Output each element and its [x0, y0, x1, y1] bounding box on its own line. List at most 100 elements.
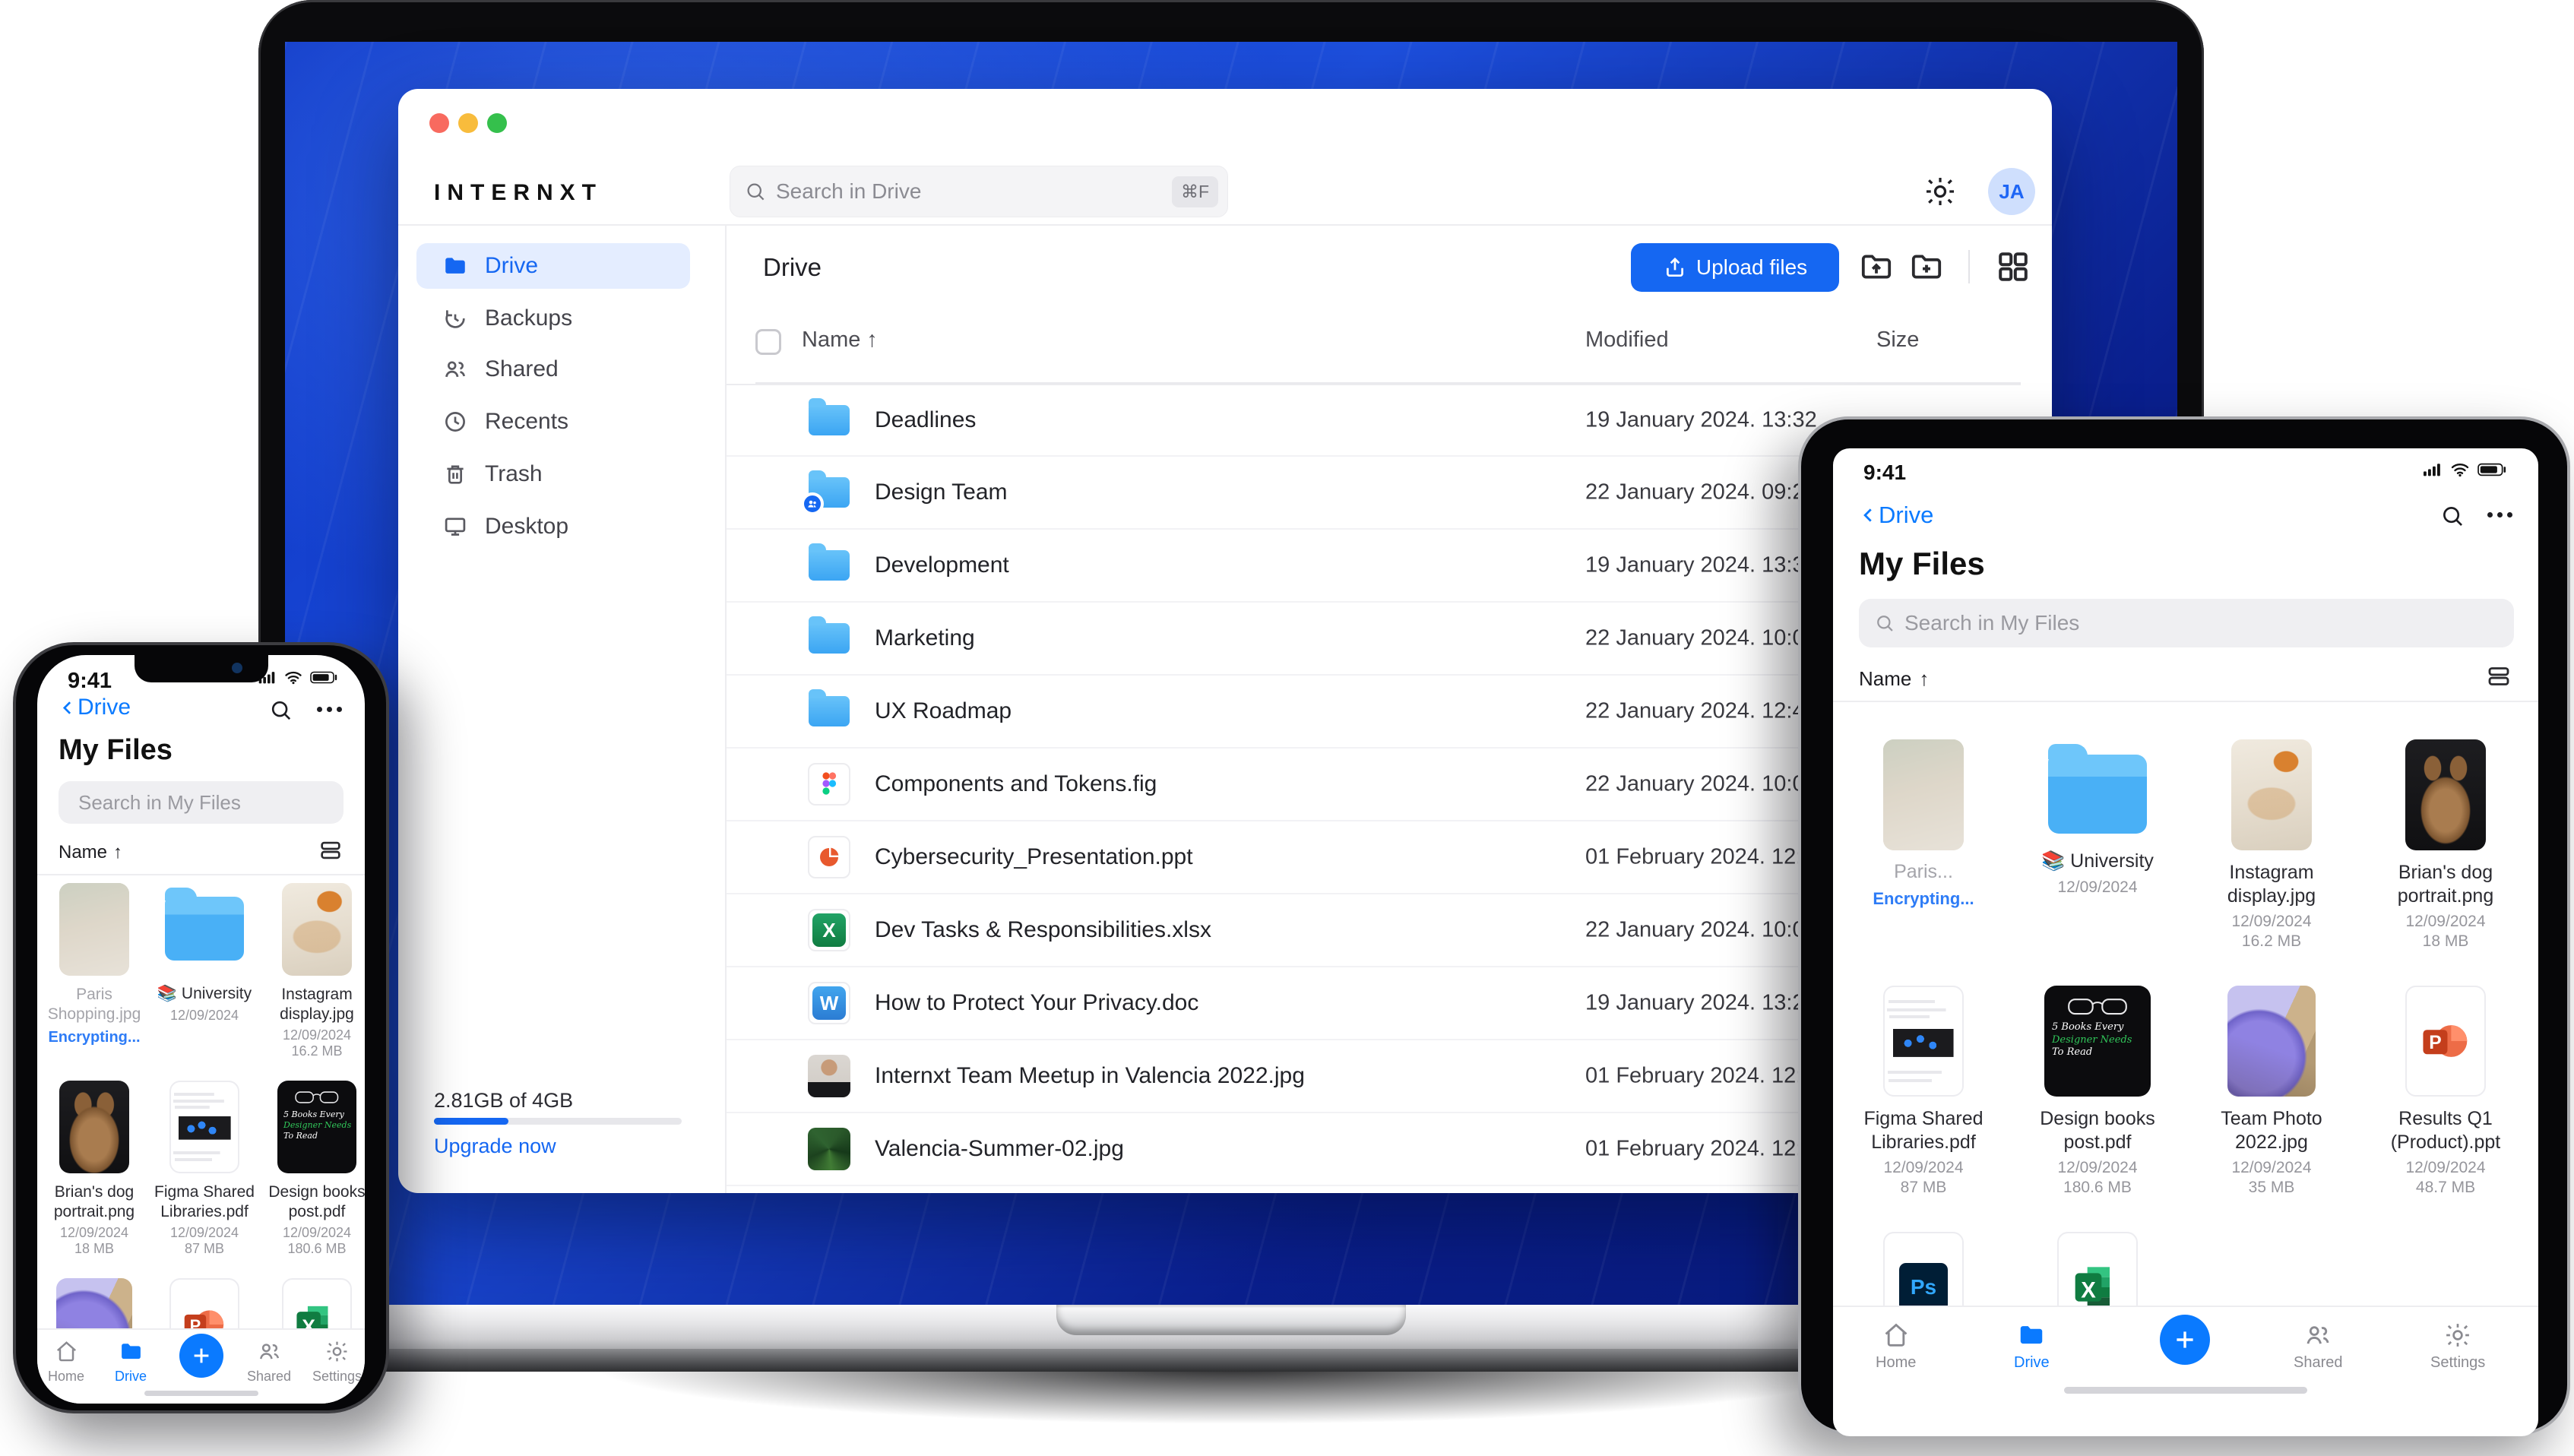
file-date: 12/09/2024: [282, 1027, 352, 1043]
column-header-size[interactable]: Size: [1876, 328, 1919, 353]
more-options-button[interactable]: [2487, 512, 2512, 518]
sidebar-item-label: Shared: [485, 356, 559, 381]
nav-item-settings[interactable]: Settings: [312, 1339, 362, 1385]
home-icon: [1885, 1323, 1908, 1347]
traffic-light-close-button[interactable]: [429, 113, 449, 133]
search-input[interactable]: [78, 790, 333, 815]
back-to-drive-button[interactable]: Drive: [59, 695, 131, 720]
sidebar-item-recents[interactable]: Recents: [416, 399, 690, 445]
sidebar-item-shared[interactable]: Shared: [416, 347, 690, 392]
file-card-dog[interactable]: Brian's dog portrait.png 12/09/2024 18 M…: [41, 1081, 147, 1257]
traffic-light-zoom-button[interactable]: [487, 113, 507, 133]
user-avatar[interactable]: JA: [1988, 168, 2035, 215]
file-card-instagram[interactable]: Instagram display.jpg 12/09/2024 16.2 MB: [264, 883, 365, 1059]
file-card-paris[interactable]: Paris... Encrypting...: [1847, 739, 1999, 909]
svg-text:X: X: [2081, 1277, 2096, 1302]
nav-item-settings[interactable]: Settings: [2430, 1321, 2485, 1372]
file-card-figma-pdf[interactable]: Figma Shared Libraries.pdf 12/09/2024 87…: [151, 1081, 258, 1257]
sidebar-item-trash[interactable]: Trash: [416, 451, 690, 497]
sort-arrow-icon: ↑: [1919, 667, 1930, 690]
chevron-left-icon: [62, 701, 71, 714]
file-modified: 22 January 2024. 10:08: [1585, 625, 1817, 650]
nav-item-home[interactable]: Home: [48, 1339, 84, 1385]
drive-search-bar[interactable]: ⌘F: [730, 166, 1228, 217]
sidebar-item-drive[interactable]: Drive: [416, 243, 690, 289]
file-size: 180.6 MB: [287, 1241, 347, 1256]
sidebar-item-backups[interactable]: Backups: [416, 296, 690, 341]
gear-icon: [1926, 177, 1955, 206]
file-date: 12/09/2024: [2057, 878, 2138, 896]
book-cover-thumbnail: 5 Books Every Designer Needs To Read: [2044, 986, 2151, 1097]
storage-progress-fill: [434, 1118, 508, 1125]
nav-item-home[interactable]: Home: [1876, 1321, 1916, 1372]
add-new-button[interactable]: [2160, 1315, 2210, 1365]
upload-folder-button[interactable]: [1858, 248, 1895, 285]
file-size: 180.6 MB: [2063, 1179, 2132, 1196]
back-label: Drive: [78, 695, 131, 720]
file-name: Team Photo 2022.jpg: [2221, 1108, 2322, 1153]
file-card-design-books[interactable]: 5 Books Every Designer Needs To Read Des…: [2022, 986, 2173, 1197]
book-title-line: Designer Needs: [2052, 1033, 2132, 1046]
file-size: 48.7 MB: [2415, 1179, 2476, 1196]
glasses-graphic: [2068, 999, 2127, 1015]
backup-history-icon: [445, 310, 465, 328]
file-card-dog[interactable]: Brian's dog portrait.png 12/09/2024 18 M…: [2370, 739, 2522, 951]
file-card-team-photo[interactable]: Team Photo 2022.jpg 12/09/2024 35 MB: [2196, 986, 2348, 1197]
grid-view-button[interactable]: [1995, 248, 2031, 285]
back-to-drive-button[interactable]: Drive: [1859, 502, 1933, 529]
sidebar-item-desktop[interactable]: Desktop: [416, 504, 690, 549]
new-folder-button[interactable]: [1908, 248, 1945, 285]
file-card-results-ppt[interactable]: P Results Q1 (Product).ppt 12/09/2024 48…: [2370, 986, 2522, 1197]
svg-text:P: P: [2429, 1033, 2441, 1053]
search-input[interactable]: [1904, 611, 2499, 635]
nav-item-shared[interactable]: Shared: [247, 1339, 291, 1385]
file-card-instagram[interactable]: Instagram display.jpg 12/09/2024 16.2 MB: [2196, 739, 2348, 951]
home-indicator[interactable]: [2064, 1387, 2307, 1394]
sort-by-name-button[interactable]: Name ↑: [59, 842, 122, 863]
nav-item-drive[interactable]: Drive: [115, 1339, 147, 1385]
select-all-checkbox[interactable]: [755, 329, 781, 355]
search-field[interactable]: [59, 781, 344, 824]
file-name: Internxt Team Meetup in Valencia 2022.jp…: [875, 1063, 1305, 1088]
photo-thumbnail: [807, 1054, 851, 1098]
list-view-toggle[interactable]: [2485, 663, 2512, 690]
keyboard-shortcut-badge: ⌘F: [1171, 176, 1218, 207]
file-date: 12/09/2024: [2405, 913, 2486, 930]
upload-files-button[interactable]: Upload files: [1631, 243, 1839, 292]
home-indicator[interactable]: [144, 1391, 258, 1396]
search-field[interactable]: [1859, 599, 2514, 647]
column-header-modified[interactable]: Modified: [1585, 328, 1669, 353]
folder-icon: [807, 616, 851, 660]
file-card-figma-pdf[interactable]: Figma Shared Libraries.pdf 12/09/2024 87…: [1847, 986, 1999, 1197]
status-icons: [258, 670, 339, 685]
search-button[interactable]: [268, 698, 293, 723]
folder-card-university[interactable]: 📚 University 12/09/2024: [2022, 739, 2173, 897]
upgrade-now-link[interactable]: Upgrade now: [434, 1135, 556, 1158]
battery-icon: [310, 671, 337, 684]
folder-icon: [165, 888, 244, 961]
sidebar-item-label: Trash: [485, 461, 543, 486]
drive-search-input[interactable]: [776, 179, 1172, 204]
search-icon: [747, 183, 765, 201]
search-button[interactable]: [2439, 503, 2465, 529]
powerpoint-file-icon: [807, 835, 851, 879]
sort-by-name-button[interactable]: Name ↑: [1859, 667, 1929, 691]
file-size: 87 MB: [184, 1241, 225, 1256]
bottom-navigation: Home Drive Shared Settings: [1833, 1306, 2538, 1404]
book-title-line: 5 Books Every: [283, 1109, 344, 1120]
column-header-name[interactable]: Name ↑: [802, 328, 878, 353]
folder-icon: [445, 258, 465, 274]
settings-gear-button[interactable]: [1923, 174, 1958, 209]
traffic-light-minimize-button[interactable]: [458, 113, 478, 133]
list-view-toggle[interactable]: [318, 837, 344, 863]
nav-item-drive[interactable]: Drive: [2014, 1321, 2050, 1372]
file-card-paris[interactable]: Paris Shopping.jpg Encrypting...: [41, 883, 147, 1046]
more-options-button[interactable]: [317, 707, 342, 712]
folder-plus-icon: [1911, 255, 1942, 279]
folder-card-university[interactable]: 📚 University 12/09/2024: [151, 883, 258, 1024]
nav-label: Settings: [312, 1369, 363, 1384]
nav-item-shared[interactable]: Shared: [2294, 1321, 2343, 1372]
ppt-thumbnail: P: [2405, 986, 2486, 1097]
add-new-button[interactable]: [179, 1334, 223, 1378]
file-card-design-books[interactable]: 5 Books Every Designer Needs To Read Des…: [264, 1081, 365, 1257]
